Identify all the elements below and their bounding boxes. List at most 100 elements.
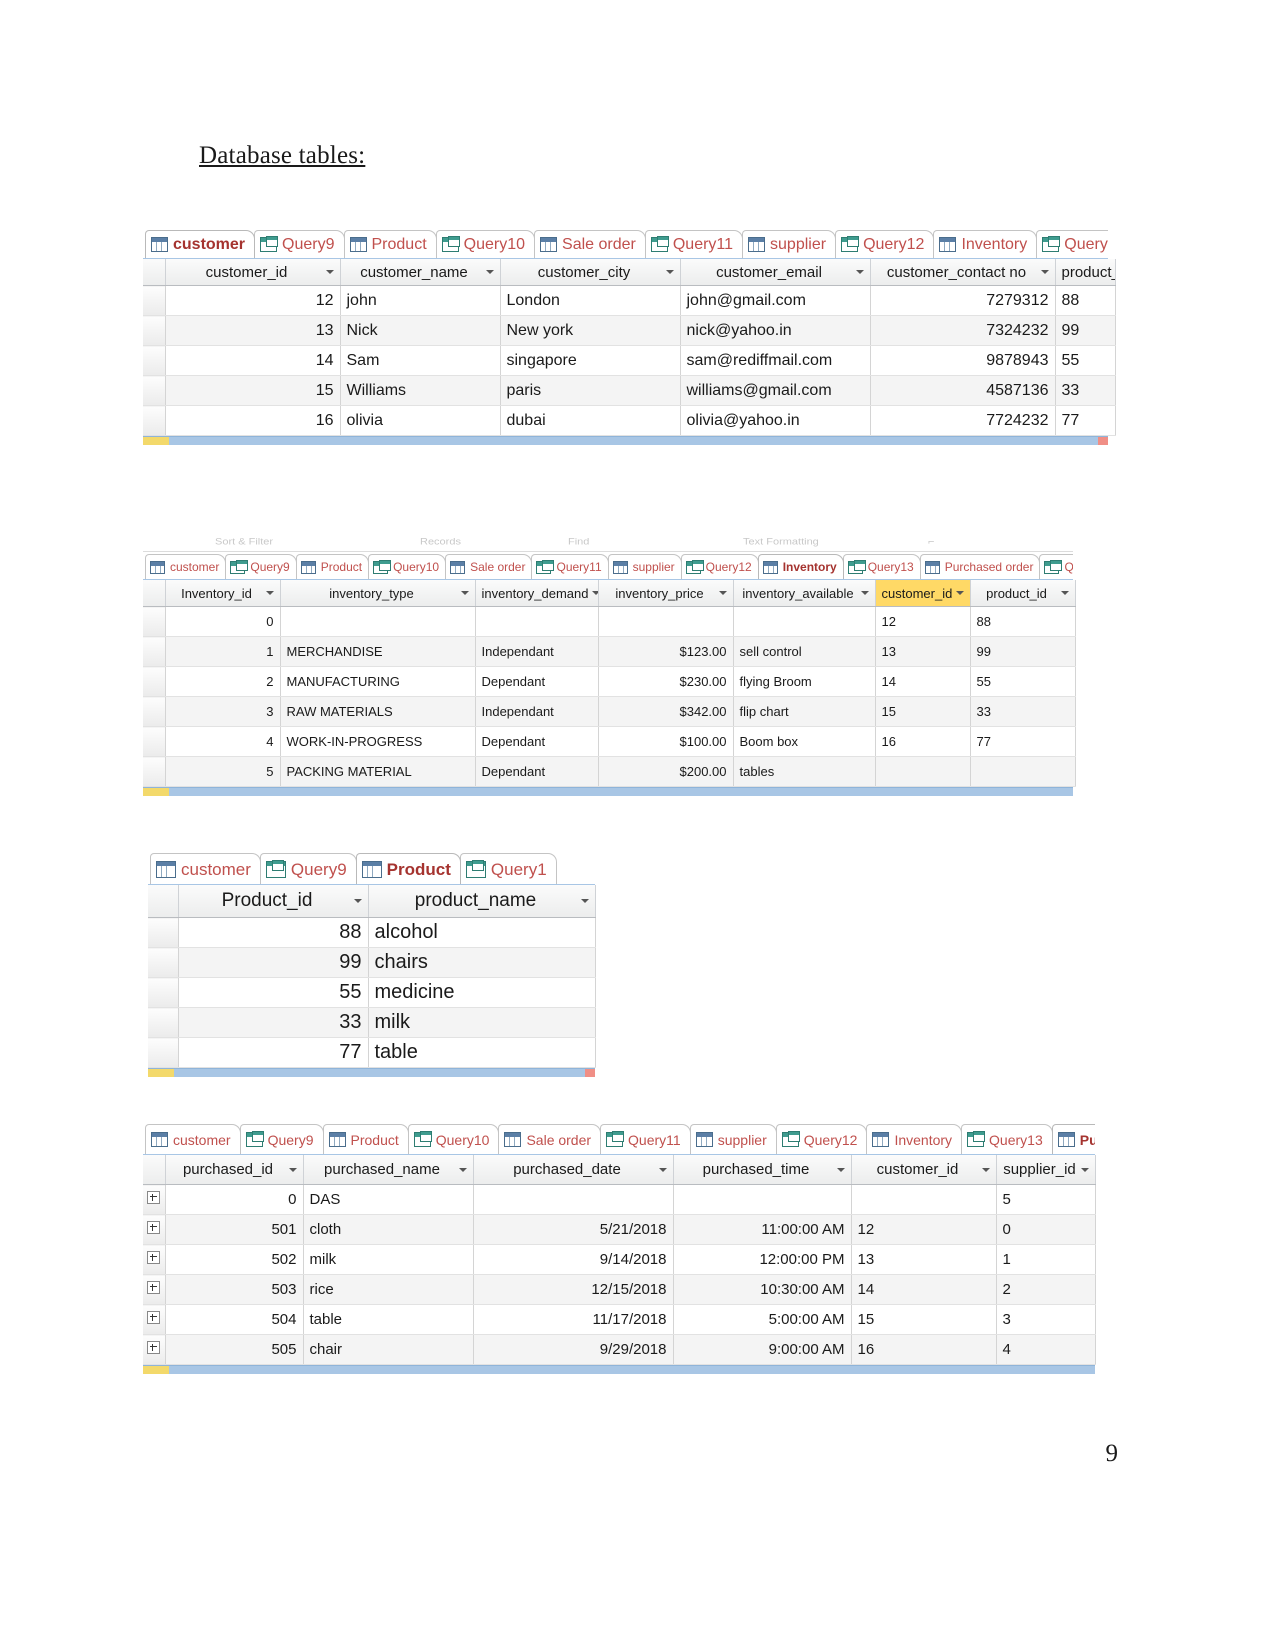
table-cell[interactable]: 11/17/2018	[473, 1304, 674, 1335]
expand-row-icon[interactable]	[147, 1341, 161, 1354]
tab-inventory[interactable]: Inventory	[757, 554, 844, 579]
row-selector[interactable]	[143, 666, 166, 697]
column-header-customer-id[interactable]: customer_id	[851, 1155, 997, 1185]
table-cell[interactable]: 4	[165, 726, 281, 757]
chevron-down-icon[interactable]	[718, 591, 727, 595]
table-cell[interactable]: 16	[165, 405, 341, 436]
column-header-inventory-id[interactable]: Inventory_id	[165, 580, 281, 607]
table-cell[interactable]: 77	[178, 1037, 369, 1068]
expand-row-icon[interactable]	[147, 1251, 161, 1264]
table-cell[interactable]: 1	[165, 636, 281, 667]
row-selector[interactable]	[143, 345, 166, 376]
table-cell[interactable]: Nick	[340, 315, 501, 346]
row-selector[interactable]	[148, 977, 179, 1008]
tab-sale-order[interactable]: Sale order	[445, 554, 533, 579]
tab-purchased-order[interactable]: Purchased order	[919, 554, 1041, 579]
chevron-down-icon[interactable]	[1040, 270, 1049, 274]
table-cell[interactable]: $342.00	[598, 696, 734, 727]
table-cell[interactable]: sell control	[733, 636, 876, 667]
expand-row-icon[interactable]	[147, 1281, 161, 1294]
column-header-supplier-id[interactable]: supplier_id	[996, 1155, 1096, 1185]
table-cell[interactable]: 504	[165, 1304, 304, 1335]
tab-product[interactable]: Product	[343, 230, 437, 258]
table-cell[interactable]: 12:00:00 PM	[673, 1244, 852, 1275]
tab-product[interactable]: Product	[295, 554, 370, 579]
column-header-inventory-type[interactable]: inventory_type	[280, 580, 476, 607]
row-selector[interactable]	[143, 1304, 166, 1335]
row-selector[interactable]	[143, 405, 166, 436]
table-cell[interactable]	[875, 756, 971, 787]
table-cell[interactable]: 55	[1055, 345, 1116, 376]
table-cell[interactable]: 15	[875, 696, 971, 727]
table-cell[interactable]: 55	[970, 666, 1076, 697]
table-cell[interactable]: 16	[851, 1334, 997, 1365]
table-cell[interactable]: Independant	[475, 696, 599, 727]
table-row[interactable]: 501 cloth 5/21/2018 11:00:00 AM 12 0	[143, 1214, 1096, 1245]
table-cell[interactable]: rice	[303, 1274, 474, 1305]
customer-tabstrip[interactable]: customer Query9 Product Query10 Sale ord…	[143, 228, 1108, 259]
table-row[interactable]: 15 Williams paris williams@gmail.com 4587136…	[143, 375, 1116, 406]
table-cell[interactable]: RAW MATERIALS	[280, 696, 476, 727]
table-cell[interactable]: 3	[165, 696, 281, 727]
table-cell[interactable]: chair	[303, 1334, 474, 1365]
chevron-down-icon[interactable]	[658, 1167, 667, 1172]
table-cell[interactable]: 77	[970, 726, 1076, 757]
tab-query12[interactable]: Query12	[680, 554, 759, 579]
tab-query9[interactable]: Query9	[239, 1124, 324, 1154]
table-cell[interactable]: $100.00	[598, 726, 734, 757]
table-row[interactable]: 503 rice 12/15/2018 10:30:00 AM 14 2	[143, 1274, 1096, 1305]
table-cell[interactable]: 5	[996, 1184, 1096, 1215]
tab-customer[interactable]: customer	[145, 1124, 241, 1154]
tab-query9[interactable]: Query9	[225, 554, 297, 579]
expand-row-icon[interactable]	[147, 1191, 161, 1204]
table-cell[interactable]: 502	[165, 1244, 304, 1275]
chevron-down-icon[interactable]	[1060, 591, 1069, 595]
table-cell[interactable]: nick@yahoo.in	[680, 315, 871, 346]
column-header-purchased-time[interactable]: purchased_time	[673, 1155, 852, 1185]
table-cell[interactable]: 12/15/2018	[473, 1274, 674, 1305]
table-cell[interactable]: 55	[178, 977, 369, 1008]
tab-query9[interactable]: Query9	[259, 853, 357, 884]
table-cell[interactable]: 77	[1055, 405, 1116, 436]
table-cell[interactable]: PACKING MATERIAL	[280, 756, 476, 787]
table-cell[interactable]: 12	[875, 606, 971, 637]
table-row[interactable]: 1 MERCHANDISE Independant $123.00 sell contr…	[143, 636, 1076, 667]
table-cell[interactable]: WORK-IN-PROGRESS	[280, 726, 476, 757]
table-cell[interactable]: 0	[996, 1214, 1096, 1245]
table-cell[interactable]: Boom box	[733, 726, 876, 757]
table-row[interactable]: 4 WORK-IN-PROGRESS Dependant $100.00 Boom bo…	[143, 726, 1076, 757]
table-cell[interactable]: 5:00:00 AM	[673, 1304, 852, 1335]
table-cell[interactable]: flip chart	[733, 696, 876, 727]
table-cell[interactable]: olivia@yahoo.in	[680, 405, 871, 436]
tab-query12[interactable]: Query12	[775, 1124, 868, 1154]
tab-purchased-order[interactable]: Purchased order	[1051, 1124, 1095, 1154]
tab-supplier[interactable]: supplier	[742, 230, 837, 258]
table-row[interactable]: 77 table	[148, 1037, 596, 1068]
row-selector[interactable]	[143, 285, 166, 316]
table-cell[interactable]: 501	[165, 1214, 304, 1245]
table-cell[interactable]: Dependant	[475, 666, 599, 697]
column-header-purchased-id[interactable]: purchased_id	[165, 1155, 304, 1185]
table-cell[interactable]: medicine	[368, 977, 596, 1008]
chevron-down-icon[interactable]	[458, 1167, 467, 1172]
column-header-product-id[interactable]: Product_id	[178, 885, 369, 918]
record-navigation-strip[interactable]	[143, 787, 1073, 796]
table-cell[interactable]: 99	[1055, 315, 1116, 346]
column-header-customer-name[interactable]: customer_name	[340, 259, 501, 286]
table-cell[interactable]: olivia	[340, 405, 501, 436]
tab-inventory[interactable]: Inventory	[933, 230, 1038, 258]
table-cell[interactable]: 1	[996, 1244, 1096, 1275]
table-cell[interactable]: dubai	[500, 405, 681, 436]
chevron-down-icon[interactable]	[353, 899, 362, 903]
table-cell[interactable]: $123.00	[598, 636, 734, 667]
table-cell[interactable]: table	[303, 1304, 474, 1335]
table-cell[interactable]: milk	[368, 1007, 596, 1038]
table-cell[interactable]: cloth	[303, 1214, 474, 1245]
table-cell[interactable]: MANUFACTURING	[280, 666, 476, 697]
table-cell[interactable]: DAS	[303, 1184, 474, 1215]
chevron-down-icon[interactable]	[1080, 1167, 1089, 1172]
inventory-datasheet[interactable]: Inventory_id inventory_type inventory_de…	[143, 580, 1076, 787]
table-cell[interactable]: London	[500, 285, 681, 316]
column-header-inventory-price[interactable]: inventory_price	[598, 580, 734, 607]
table-cell[interactable]: 88	[970, 606, 1076, 637]
